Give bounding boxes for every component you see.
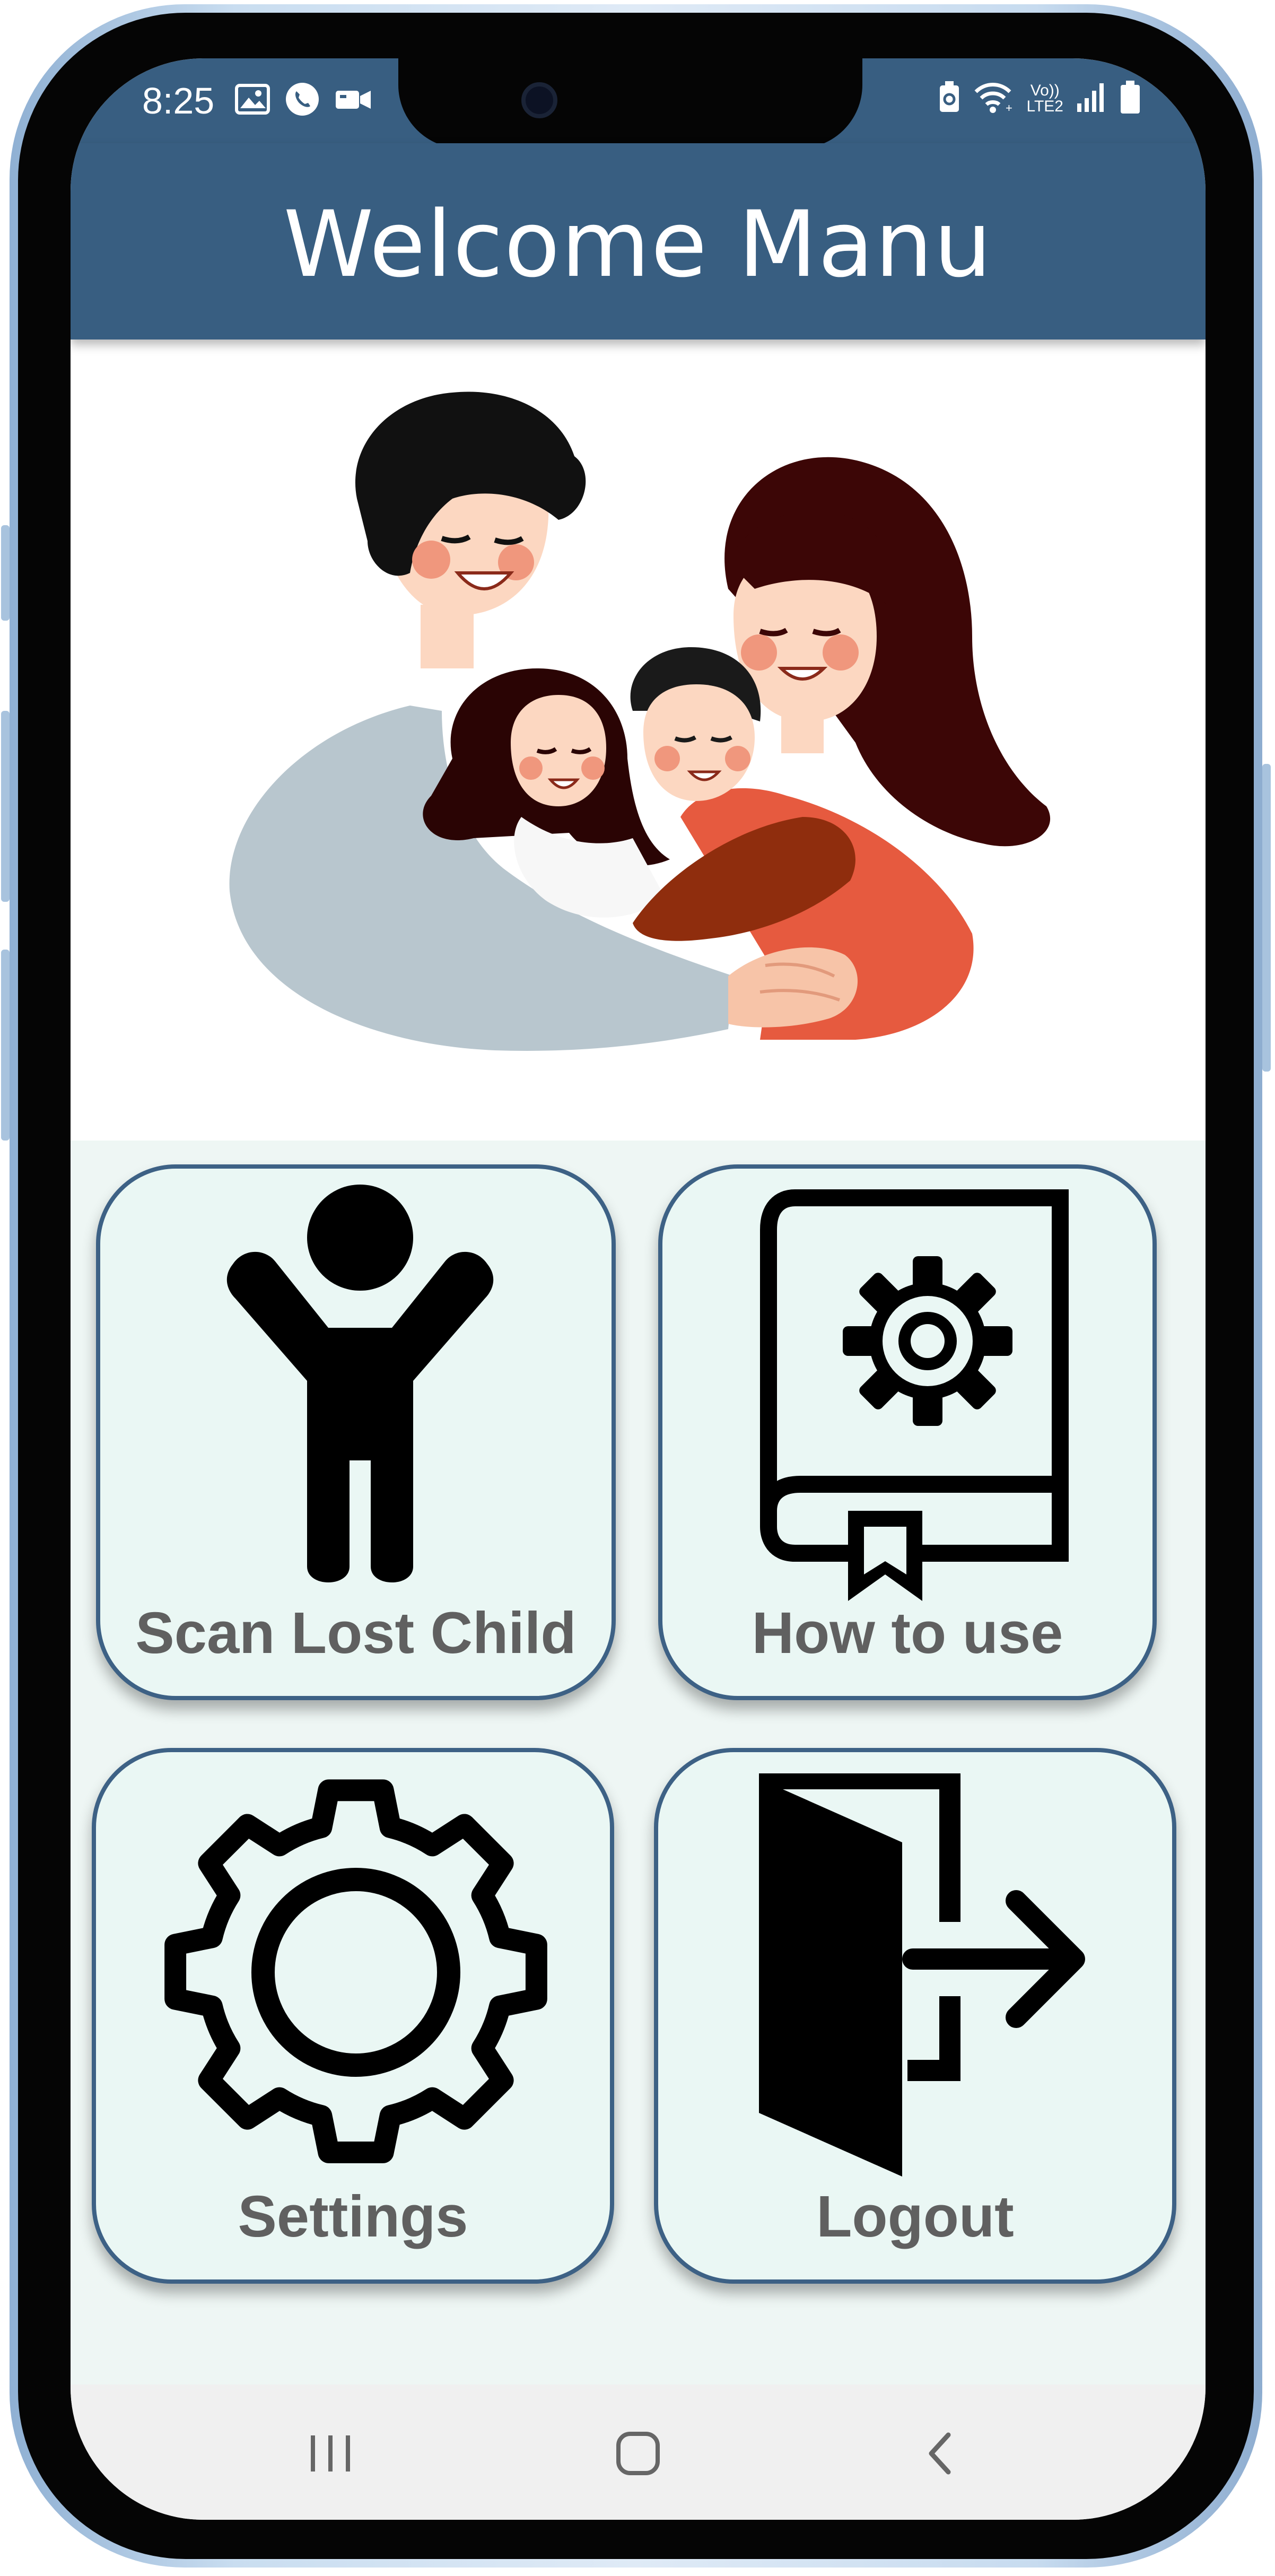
how-to-use-label: How to use	[752, 1600, 1063, 1666]
status-bar: 8:25 + Vo)) LTE2	[71, 58, 1206, 149]
gear-icon	[164, 1779, 547, 2163]
recent-apps-button[interactable]	[293, 2422, 368, 2485]
family-hug-illustration	[229, 391, 1051, 1051]
logout-label: Logout	[816, 2184, 1014, 2249]
status-time: 8:25	[142, 80, 215, 121]
child-icon	[226, 1185, 494, 1582]
scan-lost-child-button[interactable]: Scan Lost Child	[96, 1164, 616, 1700]
app-bar: Welcome Manu	[71, 143, 1206, 340]
power-button	[1262, 764, 1271, 1072]
home-icon	[616, 2432, 660, 2475]
battery-icon	[1119, 80, 1142, 117]
volume-down-button	[1, 950, 10, 1141]
hero-section	[71, 340, 1206, 1141]
recent-apps-icon	[311, 2435, 350, 2471]
battery-saver-icon	[938, 80, 961, 117]
status-icons-left	[235, 82, 372, 119]
status-icons-right: + Vo)) LTE2	[938, 80, 1142, 117]
camera-notch	[398, 58, 862, 149]
wifi-icon: +	[973, 80, 1015, 117]
svg-text:+: +	[1006, 101, 1012, 114]
front-camera	[521, 82, 557, 118]
settings-label: Settings	[238, 2184, 468, 2249]
back-button[interactable]	[903, 2422, 977, 2485]
phone-call-icon	[285, 82, 320, 119]
mute-switch	[1, 525, 10, 621]
gallery-icon	[235, 84, 270, 117]
scan-lost-child-label: Scan Lost Child	[135, 1600, 577, 1666]
lte-label: LTE2	[1026, 97, 1063, 115]
settings-button[interactable]: Settings	[92, 1748, 614, 2284]
video-icon	[335, 86, 372, 115]
logout-button[interactable]: Logout	[654, 1748, 1176, 2284]
volte-icon: Vo)) LTE2	[1026, 81, 1063, 115]
page-title: Welcome Manu	[283, 191, 993, 298]
manual-book-icon	[760, 1189, 1069, 1601]
volume-up-button	[1, 711, 10, 902]
navigation-bar	[71, 2384, 1206, 2520]
volte-label: Vo))	[1030, 81, 1060, 99]
how-to-use-button[interactable]: How to use	[658, 1164, 1157, 1700]
menu-grid: Scan Lost Child How to use Settings Logo…	[71, 1141, 1206, 2384]
screen: 8:25 + Vo)) LTE2 Welcome Manu Scan Lost …	[71, 58, 1206, 2520]
home-button[interactable]	[601, 2422, 675, 2485]
logout-door-icon	[759, 1773, 1085, 2177]
signal-icon	[1075, 81, 1107, 116]
back-icon	[929, 2432, 951, 2475]
